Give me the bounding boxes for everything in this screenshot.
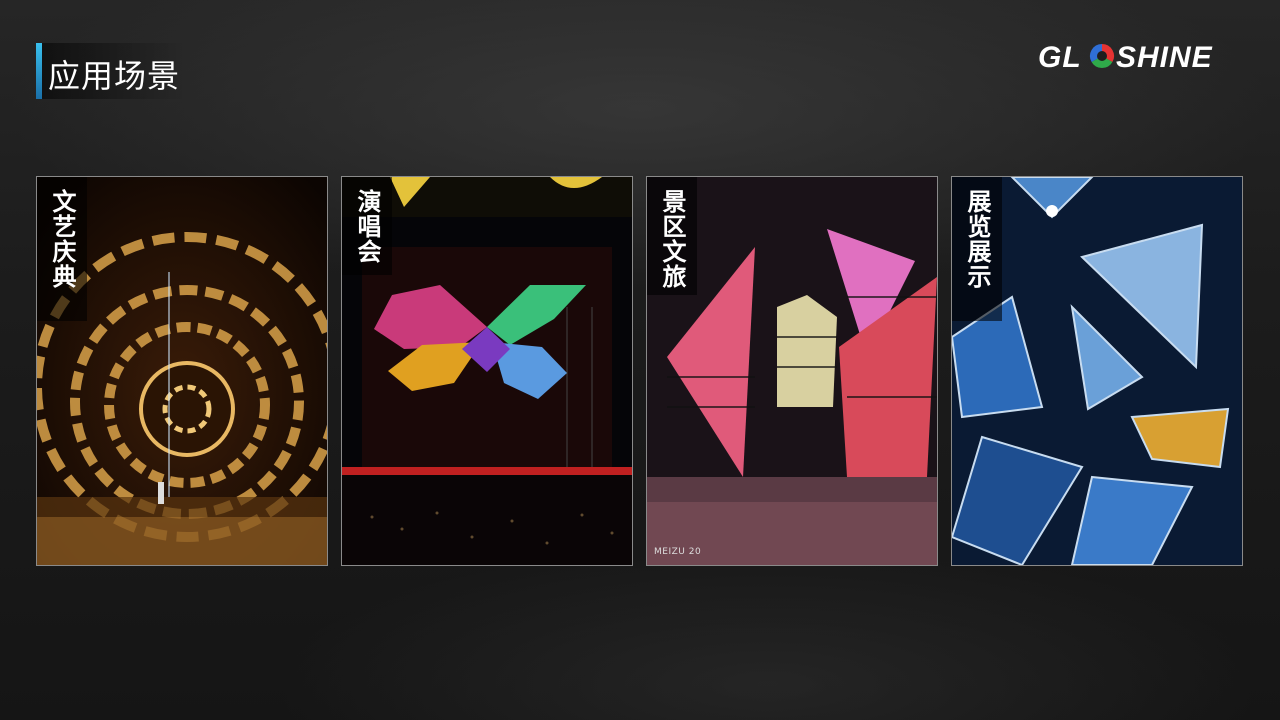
card-exhibition[interactable]: 展览展示: [951, 176, 1243, 566]
card-label: 展览展示: [963, 189, 991, 289]
photo-tag: MEIZU 20: [654, 547, 702, 557]
card-label-box: 景区文旅: [647, 177, 697, 295]
card-scenic-tourism[interactable]: 景区文旅 MEIZU 20: [646, 176, 938, 566]
card-label-box: 文艺庆典: [37, 177, 87, 321]
card-festival[interactable]: 文艺庆典: [36, 176, 328, 566]
svg-text:GL: GL: [1038, 41, 1082, 74]
card-label-box: 演唱会: [342, 177, 392, 275]
gloshine-logo: GL SHINE: [1038, 41, 1213, 74]
card-concert[interactable]: 演唱会: [341, 176, 633, 566]
svg-text:SHINE: SHINE: [1116, 41, 1213, 74]
section-title: 应用场景: [36, 43, 186, 99]
card-label-box: 展览展示: [952, 177, 1002, 321]
card-label: 演唱会: [353, 189, 381, 264]
card-label: 文艺庆典: [48, 189, 76, 289]
logo-color-wheel-icon: [1089, 43, 1115, 69]
card-label: 景区文旅: [658, 189, 686, 289]
page-title: 应用场景: [48, 57, 181, 95]
title-accent-bar: [36, 43, 42, 99]
